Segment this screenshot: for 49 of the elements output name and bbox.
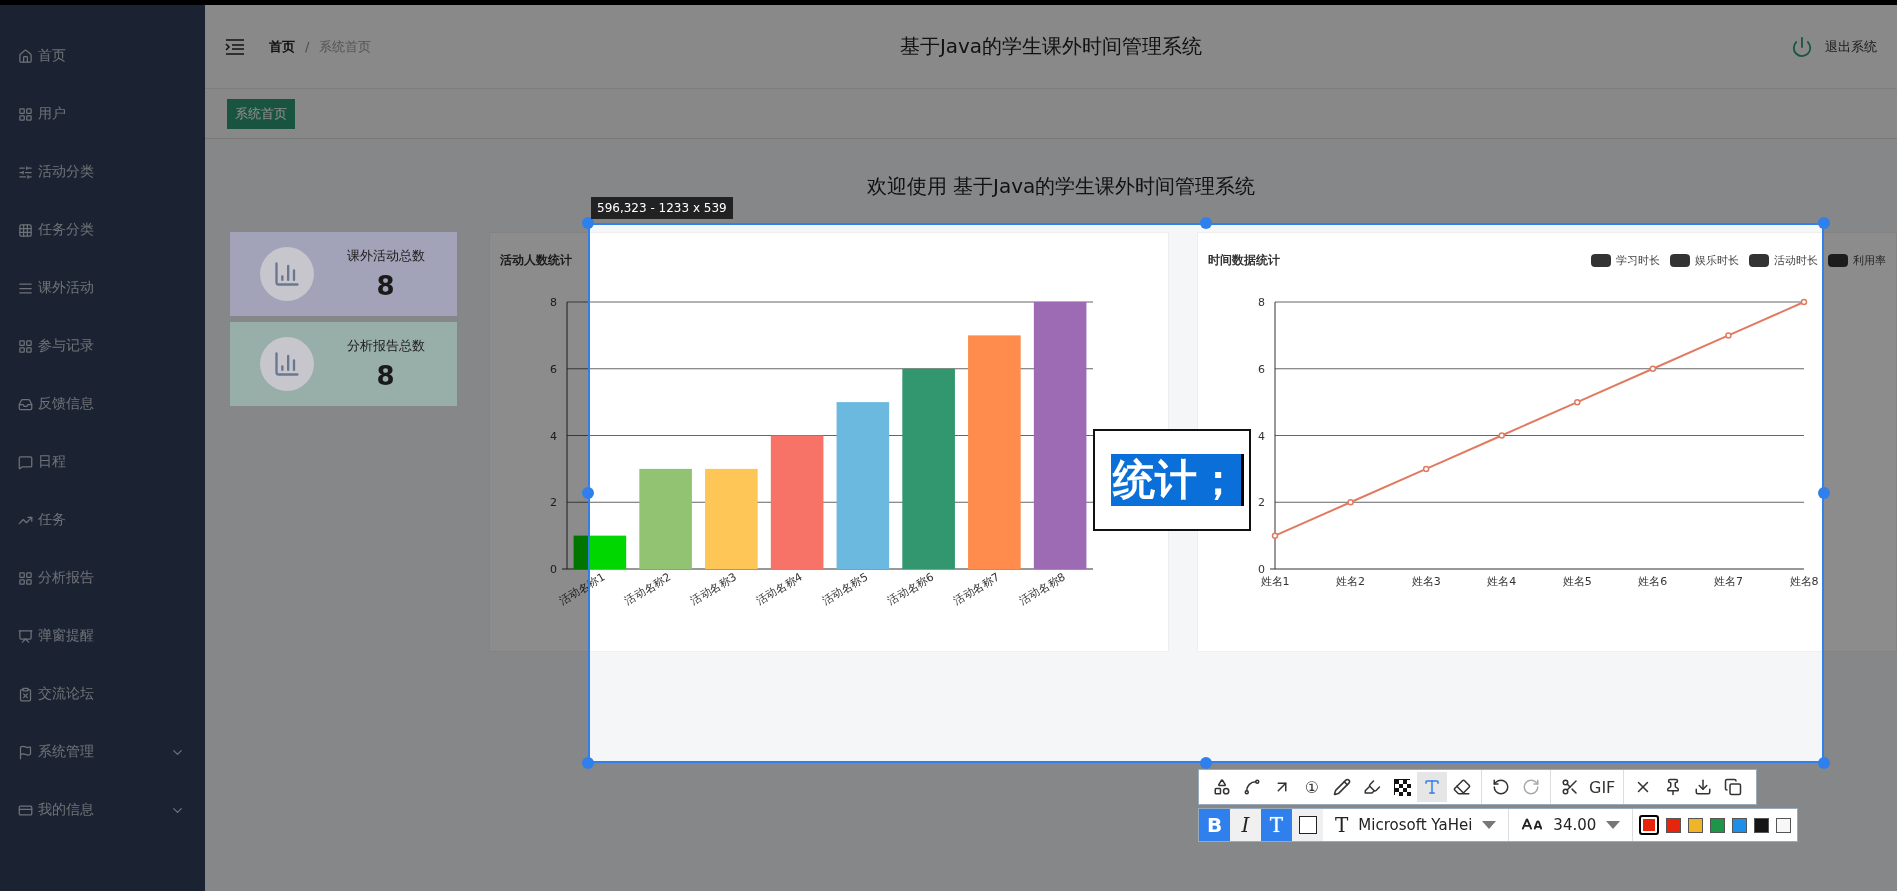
axis-category-label: 活动名称4 [753,570,805,608]
axis-category-label: 活动名称3 [688,570,739,608]
selection-size-label: 596,323 - 1233 x 539 [591,197,733,219]
axis-category-label: 姓名3 [1411,575,1441,588]
axis-tick-label: 2 [550,496,557,510]
sidebar-label: 活动分类 [38,163,95,181]
sidebar-label: 弹窗提醒 [38,627,95,645]
axis-category-label: 姓名5 [1562,575,1592,588]
chart-title: 时间数据统计 [1208,251,1281,269]
welcome-heading: 欢迎使用 基于Java的学生课外时间管理系统 [866,173,1256,200]
sidebar-label: 课外活动 [38,279,95,297]
axis-category-label: 活动名称6 [885,570,937,608]
axis-tick-label: 8 [1258,296,1265,309]
axis-category-label: 活动名称7 [951,570,1002,608]
stat-label: 课外活动总数 [346,247,425,265]
sidebar-label: 用户 [38,105,67,123]
axis-tick-label: 4 [550,429,557,443]
breadcrumb-separator: / [305,39,310,54]
axis-category-label: 姓名1 [1260,575,1290,588]
sidebar-label: 反馈信息 [38,395,95,413]
stat-value: 8 [376,361,395,391]
sidebar-label: 日程 [38,453,67,471]
sidebar-label: 系统管理 [38,743,95,761]
axis-tick-label: 6 [550,362,557,376]
axis-category-label: 姓名8 [1789,575,1819,588]
axis-category-label: 姓名4 [1487,575,1517,588]
axis-category-label: 活动名称5 [819,570,871,608]
axis-category-label: 姓名6 [1638,575,1668,588]
axis-tick-label: 4 [1258,429,1265,443]
app-title: 基于Java的学生课外时间管理系统 [899,33,1203,60]
chart-title: 活动人数统计 [500,251,573,269]
axis-category-label: 活动名称8 [1016,570,1068,608]
axis-category-label: 活动名称2 [622,570,674,608]
stat-value: 8 [376,271,395,301]
sidebar-label: 首页 [38,47,67,65]
axis-tick-label: 6 [1258,362,1265,376]
sidebar-label: 交流论坛 [38,685,95,703]
axis-category-label: 姓名7 [1713,575,1743,588]
stat-label: 分析报告总数 [346,337,425,355]
axis-tick-label: 0 [550,563,557,576]
sidebar-label: 任务 [38,511,67,529]
axis-tick-label: 2 [1258,496,1265,510]
axis-tick-label: 8 [550,296,557,309]
axis-tick-label: 0 [1258,563,1265,576]
axis-category-label: 姓名2 [1336,575,1366,588]
sidebar-label: 参与记录 [38,337,95,355]
sidebar-label: 任务分类 [38,221,95,239]
sidebar-label: 分析报告 [38,569,95,587]
sidebar-label: 我的信息 [38,801,95,819]
